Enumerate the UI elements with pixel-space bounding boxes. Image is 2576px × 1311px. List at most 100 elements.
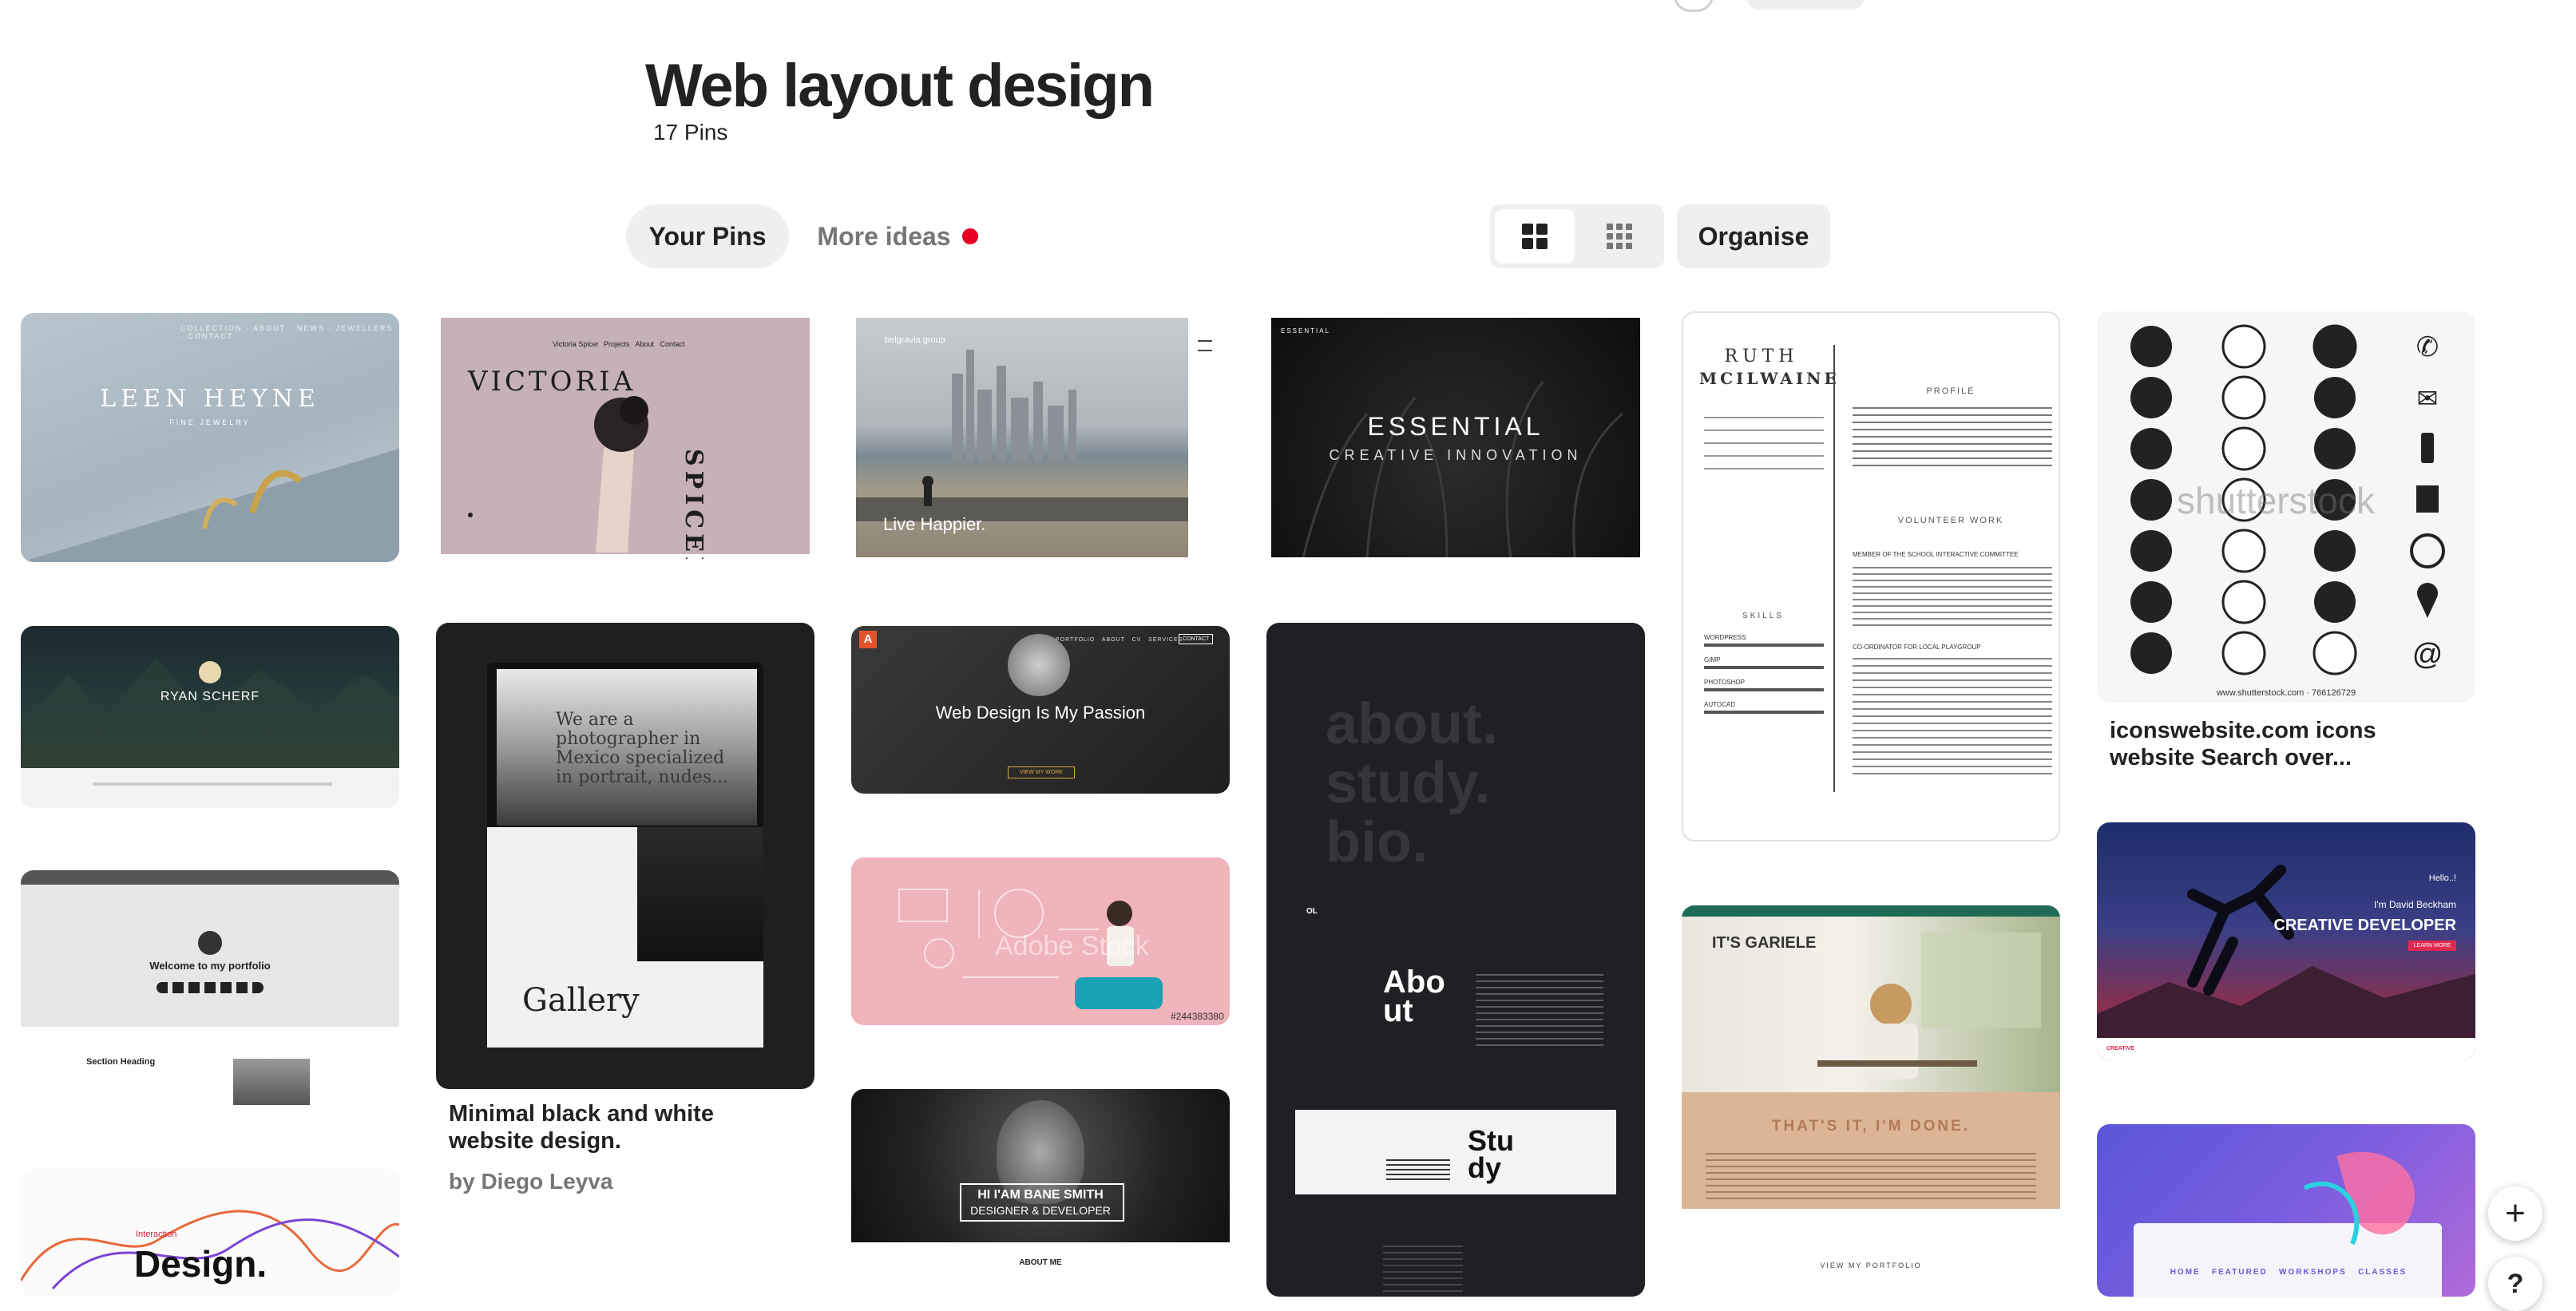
pin-band-text [1706,1153,2036,1201]
pin-about-heading: ABOUT ME [1019,1258,1062,1267]
pin-brand: belgravia group [885,335,945,345]
pin-name: RYAN SCHERF [160,690,260,703]
pin-pink-stock[interactable]: Adobe Stock #244383380 [851,857,1230,1025]
pin-hello: Hello..! [2428,873,2456,883]
pin-brand: ESSENTIAL [1281,327,1331,335]
grid-large-icon [1522,224,1548,249]
pin-study-heading: Stu dy [1468,1124,1514,1184]
svg-text:✉: ✉ [2417,384,2439,413]
compact-grid-button[interactable] [1579,209,1659,263]
pin-image [233,1059,310,1105]
default-grid-button[interactable] [1495,209,1575,263]
pin-illustration [21,449,399,562]
pin-purple-site[interactable]: HOME FEATURED WORKSHOPS CLASSES [2097,1124,2475,1297]
pin-profile-text [1853,407,2052,471]
pin-title: CREATIVE DEVELOPER [2273,917,2456,934]
tab-your-pins[interactable]: Your Pins [626,204,789,268]
pin-nav: PORTFOLIO ABOUT CV SERVICES [1056,637,1183,643]
help-button[interactable]: ? [2488,1257,2542,1311]
pin-section [21,1027,399,1105]
pin-web-design-passion[interactable]: A PORTFOLIO ABOUT CV SERVICES CONTACT We… [851,626,1230,794]
profile-avatar-partial[interactable] [1674,0,1714,12]
pin-hero-text: We are a photographer in Mexico speciali… [556,710,729,787]
pin-watermark: Adobe Stock [995,931,1149,961]
pin-skill-item: AUTOCAD [1704,699,1824,714]
pin-resume[interactable]: RUTH MCILWAINE PROFILE VOLUNTEER WORK ME… [1682,311,2060,842]
pin-belgravia[interactable]: belgravia group Live Happier. [851,313,1230,562]
top-button-partial[interactable] [1747,0,1864,10]
pin-top-bar [1682,905,2060,917]
pin-nav [21,870,399,885]
pin-leen-heyne[interactable]: COLLECTION · ABOUT · NEWS · JEWELLERS · … [21,313,399,562]
pin-volunteer-heading: VOLUNTEER WORK [1897,516,2004,525]
pin-victoria-spicer[interactable]: Victoria Spicer Projects About Contact V… [436,313,814,559]
pin-word-about: about. [1326,692,1498,756]
pin-study-band [1295,1110,1616,1194]
pin-skill-item: PHOTOSHOP [1704,677,1824,691]
pin-contact-lines [1704,417,1824,473]
svg-text:@: @ [2412,638,2443,671]
organise-button[interactable]: Organise [1677,204,1830,268]
avatar [1008,634,1070,696]
pin-small-title: Interaction [136,1230,177,1239]
pin-role-a-text [1853,567,2052,631]
pin-footer: www.shutterstock.com · 766126729 [2216,688,2356,698]
pin-count: 17 Pins [653,120,728,145]
add-pin-button[interactable]: + [2488,1186,2542,1241]
pin-stock-id: #244383380 [1171,1011,1224,1022]
notification-dot [961,228,978,244]
pin-skills-heading: SKILLS [1742,612,1784,620]
pin-dot [468,513,473,517]
pin-role-b-text [1853,658,2052,778]
pin-gallery-author[interactable]: by Diego Leyva [449,1169,612,1194]
grid-small-icon [1607,224,1632,249]
plus-icon: + [2505,1194,2526,1233]
pin-body [93,782,332,786]
pin-about-study[interactable]: about. study. bio. OL Abo ut Stu dy [1266,623,1645,1297]
pin-caption: Live Happier. [883,514,986,534]
pin-gallery[interactable]: We are a photographer in Mexico speciali… [436,623,814,1089]
pin-about-heading: Abo ut [1383,964,1445,1028]
avatar [198,931,222,955]
pin-brand: IT'S GARIELE [1712,934,1817,952]
pin-icon [2130,580,2438,624]
pin-profile-heading: PROFILE [1926,386,1976,396]
pin-nav: HOME FEATURED WORKSHOPS CLASSES [2170,1268,2408,1277]
pin-bane-smith[interactable]: HI I'AM BANE SMITH DESIGNER & DEVELOPER … [851,1089,1230,1297]
pin-text-block [1476,974,1603,1046]
pin-view-portfolio: VIEW MY PORTFOLIO [1820,1261,1922,1269]
pin-interaction-design[interactable]: Interaction Design. [21,1169,399,1297]
pin-name: I'm David Beckham [2374,899,2456,910]
pin-logo: A [859,631,877,648]
at-icon: @ [2130,631,2443,675]
pin-title: ESSENTIAL [1367,412,1544,441]
pin-section-heading: Section Heading [86,1057,156,1067]
pin-creative-developer[interactable]: Hello..! I'm David Beckham CREATIVE DEVE… [2097,822,2475,1060]
pin-big-words: about. study. bio. [1326,695,1498,872]
pin-done-heading: THAT'S IT, I'M DONE. [1771,1118,1971,1135]
pin-gariele[interactable]: IT'S GARIELE THAT'S IT, I'M DONE. VIEW M… [1682,905,2060,1297]
pin-essential[interactable]: ESSENTIAL ESSENTIAL CREATIVE INNOVATION [1266,313,1645,562]
pin-brand: CREATIVE [2106,1046,2134,1052]
phone-icon: ✆ [2130,324,2439,369]
pin-text-block [1386,1159,1450,1183]
pin-icons-title[interactable]: iconswebsite.com icons website Search ov… [2110,717,2445,771]
mail-icon: ✉ [2130,375,2439,420]
pin-role-b: CO-ORDINATOR FOR LOCAL PLAYGROUP [1853,644,1981,651]
pin-portfolio[interactable]: Welcome to my portfolio Section Heading [21,870,399,1105]
pin-skills-list: WORDPRESS GIMP PHOTOSHOP AUTOCAD [1704,632,1824,714]
pin-social-row [157,982,264,993]
tab-label: Your Pins [648,221,767,251]
tab-more-ideas[interactable]: More ideas [802,204,993,268]
pin-button: LEARN MORE [2408,941,2456,951]
pin-first-name: RUTH [1724,347,1799,366]
svg-text:✆: ✆ [2416,332,2439,362]
pin-gallery-word: Gallery [522,982,640,1019]
pin-gallery-title[interactable]: Minimal black and white website design. [449,1100,800,1155]
pin-icons[interactable]: ✆ ✉ @ shutterstock www.shutterstock.com … [2097,311,2475,703]
pin-tag: OL [1306,907,1318,916]
pin-role: DESIGNER & DEVELOPER [970,1204,1111,1217]
pin-footer-bar [2097,1038,2475,1060]
pin-ryan-scherf[interactable]: RYAN SCHERF [21,626,399,808]
view-toggle [1490,204,1664,268]
